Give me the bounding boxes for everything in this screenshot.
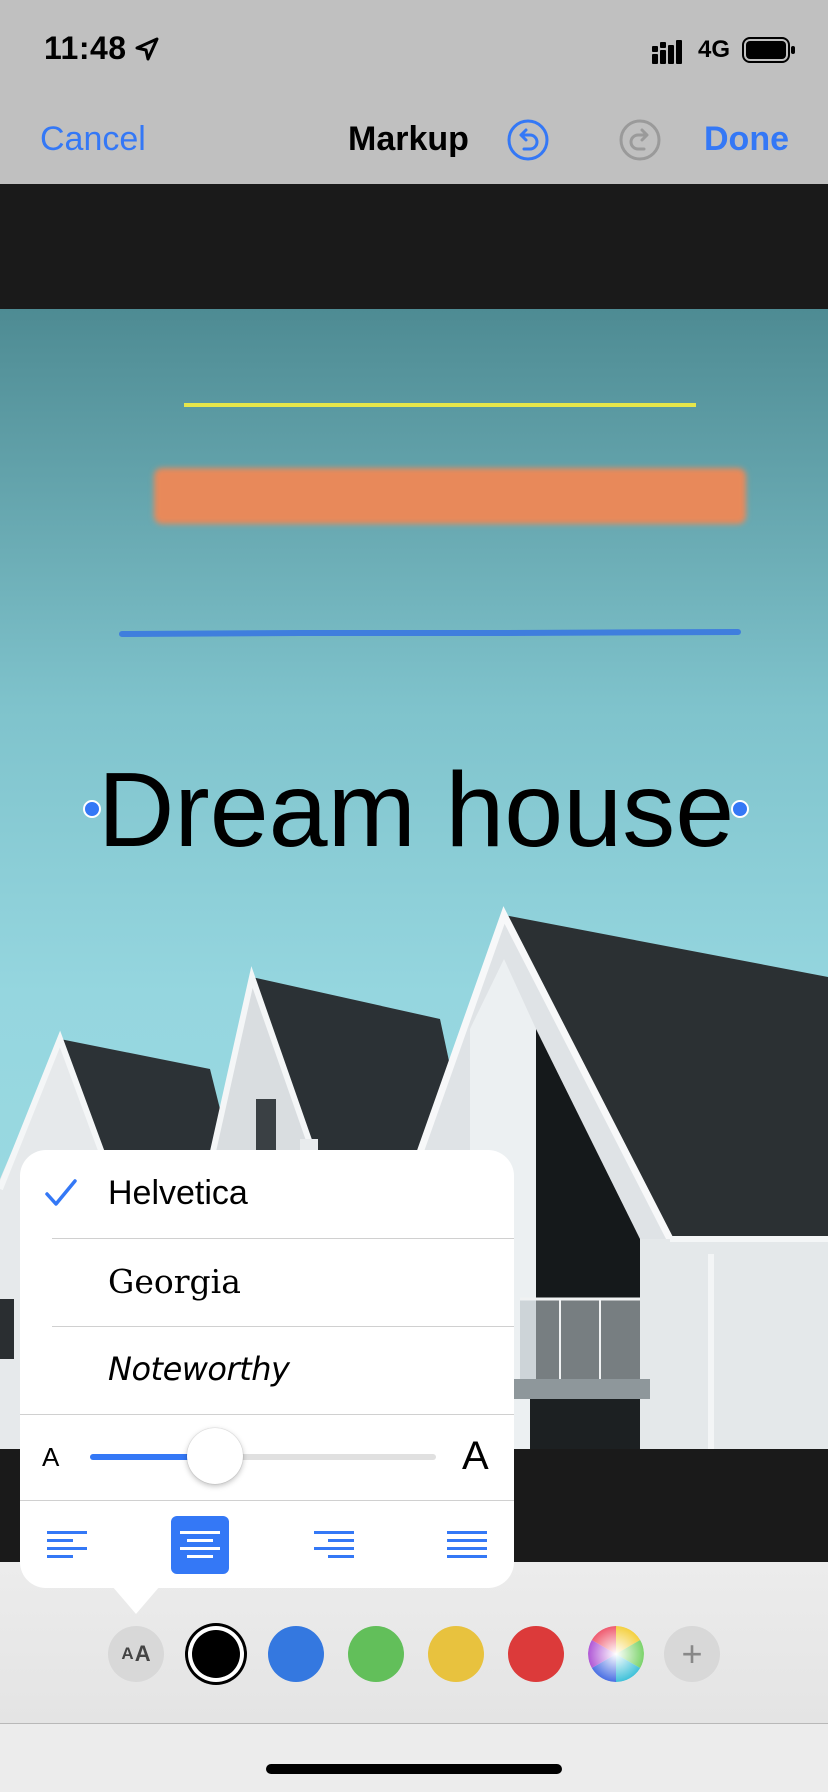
font-options-button[interactable]: AA xyxy=(108,1626,164,1682)
signal-bars-icon xyxy=(652,40,682,64)
orange-marker-stroke[interactable] xyxy=(154,468,746,524)
align-justify-icon xyxy=(447,1531,487,1558)
battery-icon xyxy=(742,37,795,63)
font-option-helvetica[interactable]: Helvetica xyxy=(20,1150,514,1238)
home-indicator xyxy=(266,1764,562,1774)
checkmark-icon xyxy=(45,1179,77,1206)
blue-pencil-stroke[interactable] xyxy=(119,629,741,637)
font-option-noteworthy[interactable]: Noteworthy xyxy=(20,1326,514,1414)
font-name-georgia: Georgia xyxy=(108,1262,241,1301)
cancel-button[interactable]: Cancel xyxy=(40,120,146,159)
redo-icon[interactable] xyxy=(618,118,662,162)
align-left-icon xyxy=(47,1531,87,1558)
color-swatch-green[interactable] xyxy=(348,1626,404,1682)
color-swatch-yellow[interactable] xyxy=(428,1626,484,1682)
add-annotation-button[interactable]: + xyxy=(664,1626,720,1682)
color-swatch-black[interactable] xyxy=(192,1630,240,1678)
font-popover: Helvetica Georgia Noteworthy A A xyxy=(20,1150,514,1588)
font-size-large-label: A xyxy=(462,1434,489,1478)
font-size-row: A A xyxy=(20,1414,514,1500)
align-right-button[interactable] xyxy=(305,1516,363,1574)
font-name-helvetica: Helvetica xyxy=(108,1174,248,1212)
font-button-small-letter: A xyxy=(121,1644,134,1663)
font-option-georgia[interactable]: Georgia xyxy=(20,1238,514,1326)
alignment-row xyxy=(20,1500,514,1588)
align-justify-button[interactable] xyxy=(438,1516,496,1574)
font-size-slider[interactable] xyxy=(90,1454,436,1460)
undo-icon[interactable] xyxy=(506,118,550,162)
status-time: 11:48 xyxy=(44,30,127,66)
color-swatch-blue[interactable] xyxy=(268,1626,324,1682)
popover-arrow xyxy=(112,1586,160,1614)
align-left-button[interactable] xyxy=(38,1516,96,1574)
status-bar: 11:48 4G xyxy=(0,0,828,96)
text-annotation[interactable]: Dream house xyxy=(96,750,736,871)
color-swatch-red[interactable] xyxy=(508,1626,564,1682)
align-right-icon xyxy=(314,1531,354,1558)
bottom-bar xyxy=(0,1724,828,1792)
markup-nav-bar: Cancel Markup Done xyxy=(0,96,828,184)
align-center-button[interactable] xyxy=(171,1516,229,1574)
network-type: 4G xyxy=(698,36,731,63)
font-size-small-label: A xyxy=(42,1442,60,1472)
font-button-large-letter: A xyxy=(134,1641,151,1666)
text-resize-handle-right[interactable] xyxy=(731,800,749,818)
slider-thumb[interactable] xyxy=(186,1428,243,1484)
done-button[interactable]: Done xyxy=(704,120,789,159)
page-title: Markup xyxy=(348,120,469,158)
font-name-noteworthy: Noteworthy xyxy=(108,1350,290,1388)
color-wheel-icon[interactable] xyxy=(588,1626,644,1682)
align-center-icon xyxy=(180,1531,220,1558)
location-arrow-icon xyxy=(135,37,159,61)
